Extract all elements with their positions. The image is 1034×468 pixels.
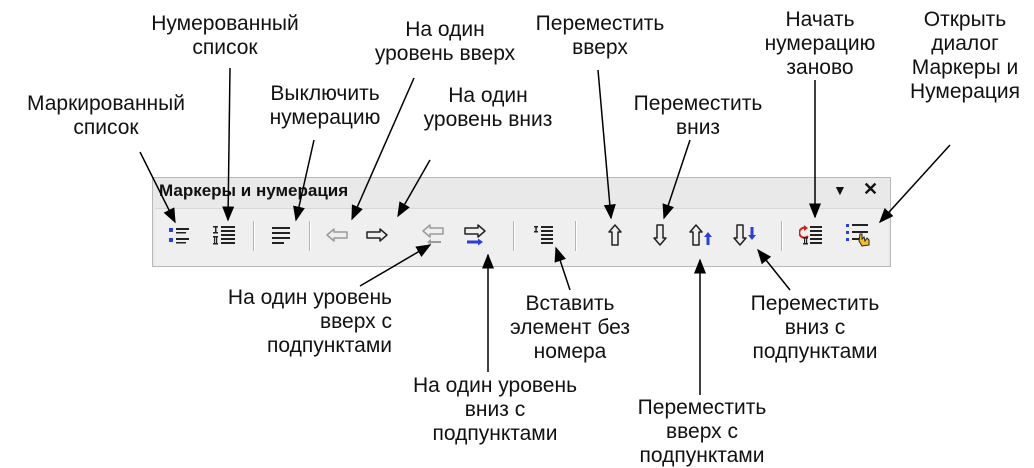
label-open-dialog: Открыть диалог Маркеры и Нумерация xyxy=(909,8,1021,103)
label-promote-subpoints: На один уровень вверх с подпунктами xyxy=(227,286,392,357)
label-move-up: Переместить вверх xyxy=(535,12,665,59)
label-move-down: Переместить вниз xyxy=(633,92,763,139)
label-restart-numbering: Начать нумерацию заново xyxy=(764,8,876,79)
label-move-up-subpoints: Переместить вверх с подпунктами xyxy=(637,396,767,467)
label-numbering-off: Выключить нумерацию xyxy=(269,82,381,129)
label-bulleted-list: Маркированный список xyxy=(27,92,185,139)
label-promote: На один уровень вверх xyxy=(374,18,516,65)
label-move-down-subpoints: Переместить вниз с подпунктами xyxy=(750,292,880,363)
label-demote-subpoints: На один уровень вниз с подпунктами xyxy=(412,374,578,445)
label-insert-unnumbered: Вставить элемент без номера xyxy=(510,292,630,363)
label-numbered-list: Нумерованный список xyxy=(151,12,299,59)
label-demote: На один уровень вниз xyxy=(423,84,553,131)
